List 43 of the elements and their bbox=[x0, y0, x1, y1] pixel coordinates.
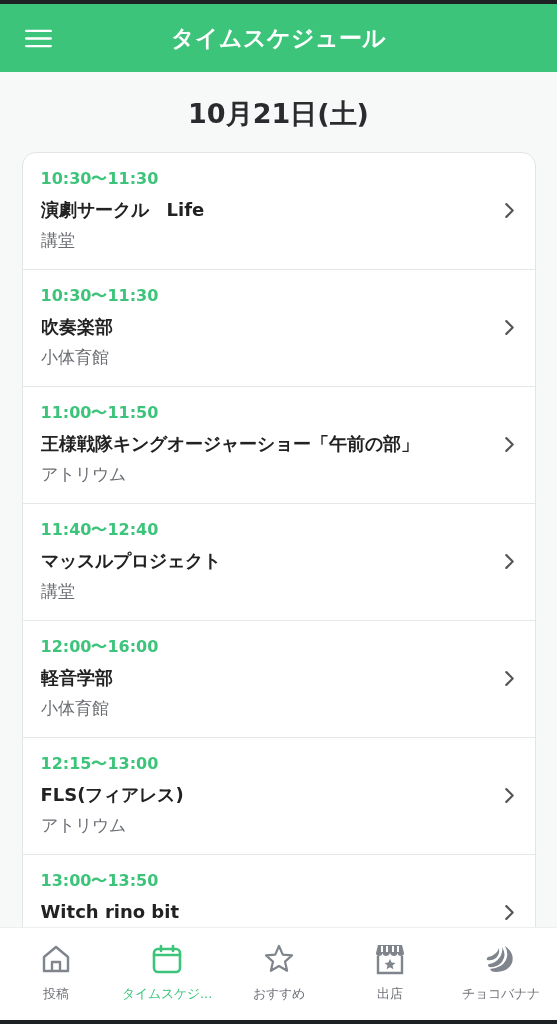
event-title: 軽音学部 bbox=[40, 666, 113, 690]
chevron-right-icon bbox=[503, 553, 515, 570]
event-location: 小体育館 bbox=[40, 346, 109, 369]
event-time: 12:15〜13:00 bbox=[40, 754, 159, 774]
chevron-right-icon bbox=[503, 787, 515, 804]
schedule-item[interactable]: 11:40〜12:40 マッスルプロジェクト 講堂 bbox=[22, 504, 535, 621]
nav-tab[interactable]: チョコバナナ bbox=[445, 928, 557, 1020]
event-time: 11:40〜12:40 bbox=[40, 520, 159, 540]
event-title: マッスルプロジェクト bbox=[40, 549, 221, 573]
event-title: FLS(フィアレス) bbox=[40, 783, 184, 807]
event-time: 13:00〜13:50 bbox=[40, 871, 159, 891]
event-title: 演劇サークル Life bbox=[40, 198, 205, 222]
chevron-right-icon bbox=[503, 202, 515, 219]
event-location: アトリウム bbox=[40, 814, 126, 837]
nav-tab[interactable]: 出店 bbox=[334, 928, 446, 1020]
calendar-icon bbox=[151, 943, 184, 975]
event-location: 講堂 bbox=[40, 580, 75, 603]
event-title: 吹奏楽部 bbox=[40, 315, 113, 339]
storefront-icon bbox=[373, 943, 406, 975]
date-heading: 10月21日(土) bbox=[188, 97, 369, 131]
chevron-right-icon bbox=[503, 436, 515, 453]
event-time: 11:00〜11:50 bbox=[40, 403, 159, 423]
star-icon bbox=[262, 943, 295, 975]
event-location: アトリウム bbox=[40, 463, 126, 486]
schedule-item[interactable]: 10:30〜11:30 吹奏楽部 小体育館 bbox=[22, 270, 535, 387]
page-title: タイムスケジュール bbox=[171, 23, 386, 53]
chevron-right-icon bbox=[503, 670, 515, 687]
event-time: 10:30〜11:30 bbox=[40, 286, 159, 306]
event-time: 12:00〜16:00 bbox=[40, 637, 159, 657]
schedule-item[interactable]: 10:30〜11:30 演劇サークル Life 講堂 bbox=[22, 153, 535, 270]
event-title: 王様戦隊キングオージャーショー「午前の部」 bbox=[40, 432, 419, 456]
nav-tab[interactable]: 投稿 bbox=[0, 928, 112, 1020]
event-location: 講堂 bbox=[40, 229, 75, 252]
chevron-right-icon bbox=[503, 319, 515, 336]
event-time: 10:30〜11:30 bbox=[40, 169, 159, 189]
schedule-item[interactable]: 12:00〜16:00 軽音学部 小体育館 bbox=[22, 621, 535, 738]
schedule-item[interactable]: 12:15〜13:00 FLS(フィアレス) アトリウム bbox=[22, 738, 535, 855]
chevron-right-icon bbox=[503, 904, 515, 921]
menu-icon[interactable] bbox=[25, 29, 52, 48]
event-title: Witch rino bit bbox=[40, 900, 180, 924]
schedule-item[interactable]: 11:00〜11:50 王様戦隊キングオージャーショー「午前の部」 アトリウム bbox=[22, 387, 535, 504]
event-location: 小体育館 bbox=[40, 697, 109, 720]
nav-tab[interactable]: おすすめ bbox=[222, 928, 335, 1020]
